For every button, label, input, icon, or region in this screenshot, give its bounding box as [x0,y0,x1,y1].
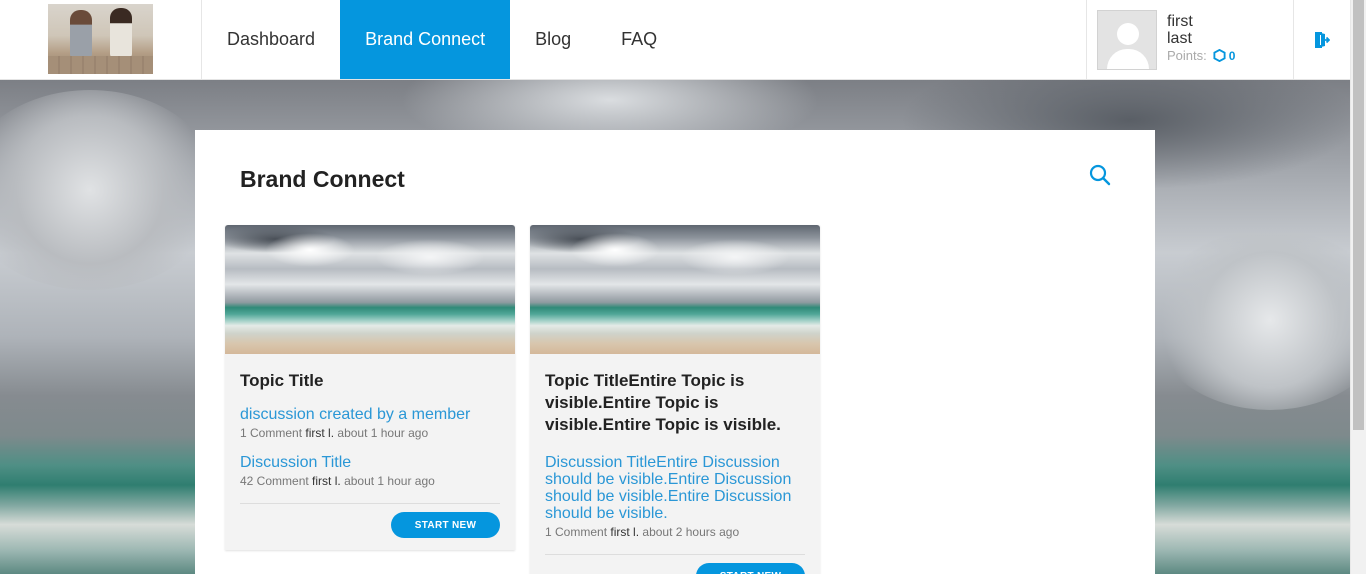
card-footer: START NEW [240,503,500,550]
discussion-item: Discussion TitleEntire Discussion should… [545,454,805,539]
scrollbar-thumb[interactable] [1353,0,1364,430]
nav-item-dashboard[interactable]: Dashboard [202,0,340,79]
points-label: Points: [1167,48,1207,63]
search-button[interactable] [1088,163,1112,187]
top-header: Dashboard Brand Connect Blog FAQ first l… [0,0,1350,80]
topic-image[interactable] [530,225,820,354]
discussion-title-link[interactable]: Discussion Title [240,454,500,471]
discussion-item: Discussion Title 42 Comment first l. abo… [240,454,500,488]
hexagon-icon [1213,49,1226,62]
discussion-time: about 2 hours ago [642,525,740,539]
discussion-meta: 1 Comment first l. about 1 hour ago [240,426,500,440]
comment-count: 1 Comment [240,426,303,440]
topic-image[interactable] [225,225,515,354]
logout-icon [1315,31,1330,48]
points-value: 0 [1228,48,1236,63]
topic-card: Topic TitleEntire Topic is visible.Entir… [530,225,820,574]
page-title: Brand Connect [240,166,405,192]
discussion-author: first l. [312,474,341,488]
card-footer: START NEW [545,554,805,574]
nav-item-faq[interactable]: FAQ [596,0,682,79]
discussion-title-link[interactable]: discussion created by a member [240,406,500,423]
discussion-author: first l. [610,525,640,539]
logo-container [0,0,202,79]
user-first-name: first [1167,13,1193,30]
user-last-name: last [1167,30,1192,47]
discussion-item: discussion created by a member 1 Comment… [240,406,500,440]
brand-connect-panel: Brand Connect Topic Title discussion cre… [195,130,1155,574]
discussion-author: first l. [305,426,335,440]
discussion-time: about 1 hour ago [344,474,435,488]
topic-title[interactable]: Topic TitleEntire Topic is visible.Entir… [545,370,805,436]
discussion-meta: 1 Comment first l. about 2 hours ago [545,525,805,539]
start-new-button[interactable]: START NEW [391,512,500,538]
comment-count: 42 Comment [240,474,309,488]
page-scrollbar[interactable] [1350,0,1366,574]
start-new-button[interactable]: START NEW [696,563,805,574]
points-display: Points: 0 [1167,48,1235,63]
nav-item-blog[interactable]: Blog [510,0,596,79]
logo[interactable] [48,4,153,74]
nav-item-brand-connect[interactable]: Brand Connect [340,0,511,79]
discussion-time: about 1 hour ago [337,426,429,440]
user-profile[interactable]: first last Points: 0 [1086,0,1294,79]
avatar[interactable] [1097,10,1157,70]
discussion-meta: 42 Comment first l. about 1 hour ago [240,474,500,488]
topic-card: Topic Title discussion created by a memb… [225,225,515,550]
search-icon [1089,164,1111,186]
topic-title[interactable]: Topic Title [240,370,500,392]
logout-button[interactable] [1294,0,1350,79]
main-nav: Dashboard Brand Connect Blog FAQ [202,0,682,79]
discussion-title-link[interactable]: Discussion TitleEntire Discussion should… [545,454,805,522]
comment-count: 1 Comment [545,525,608,539]
